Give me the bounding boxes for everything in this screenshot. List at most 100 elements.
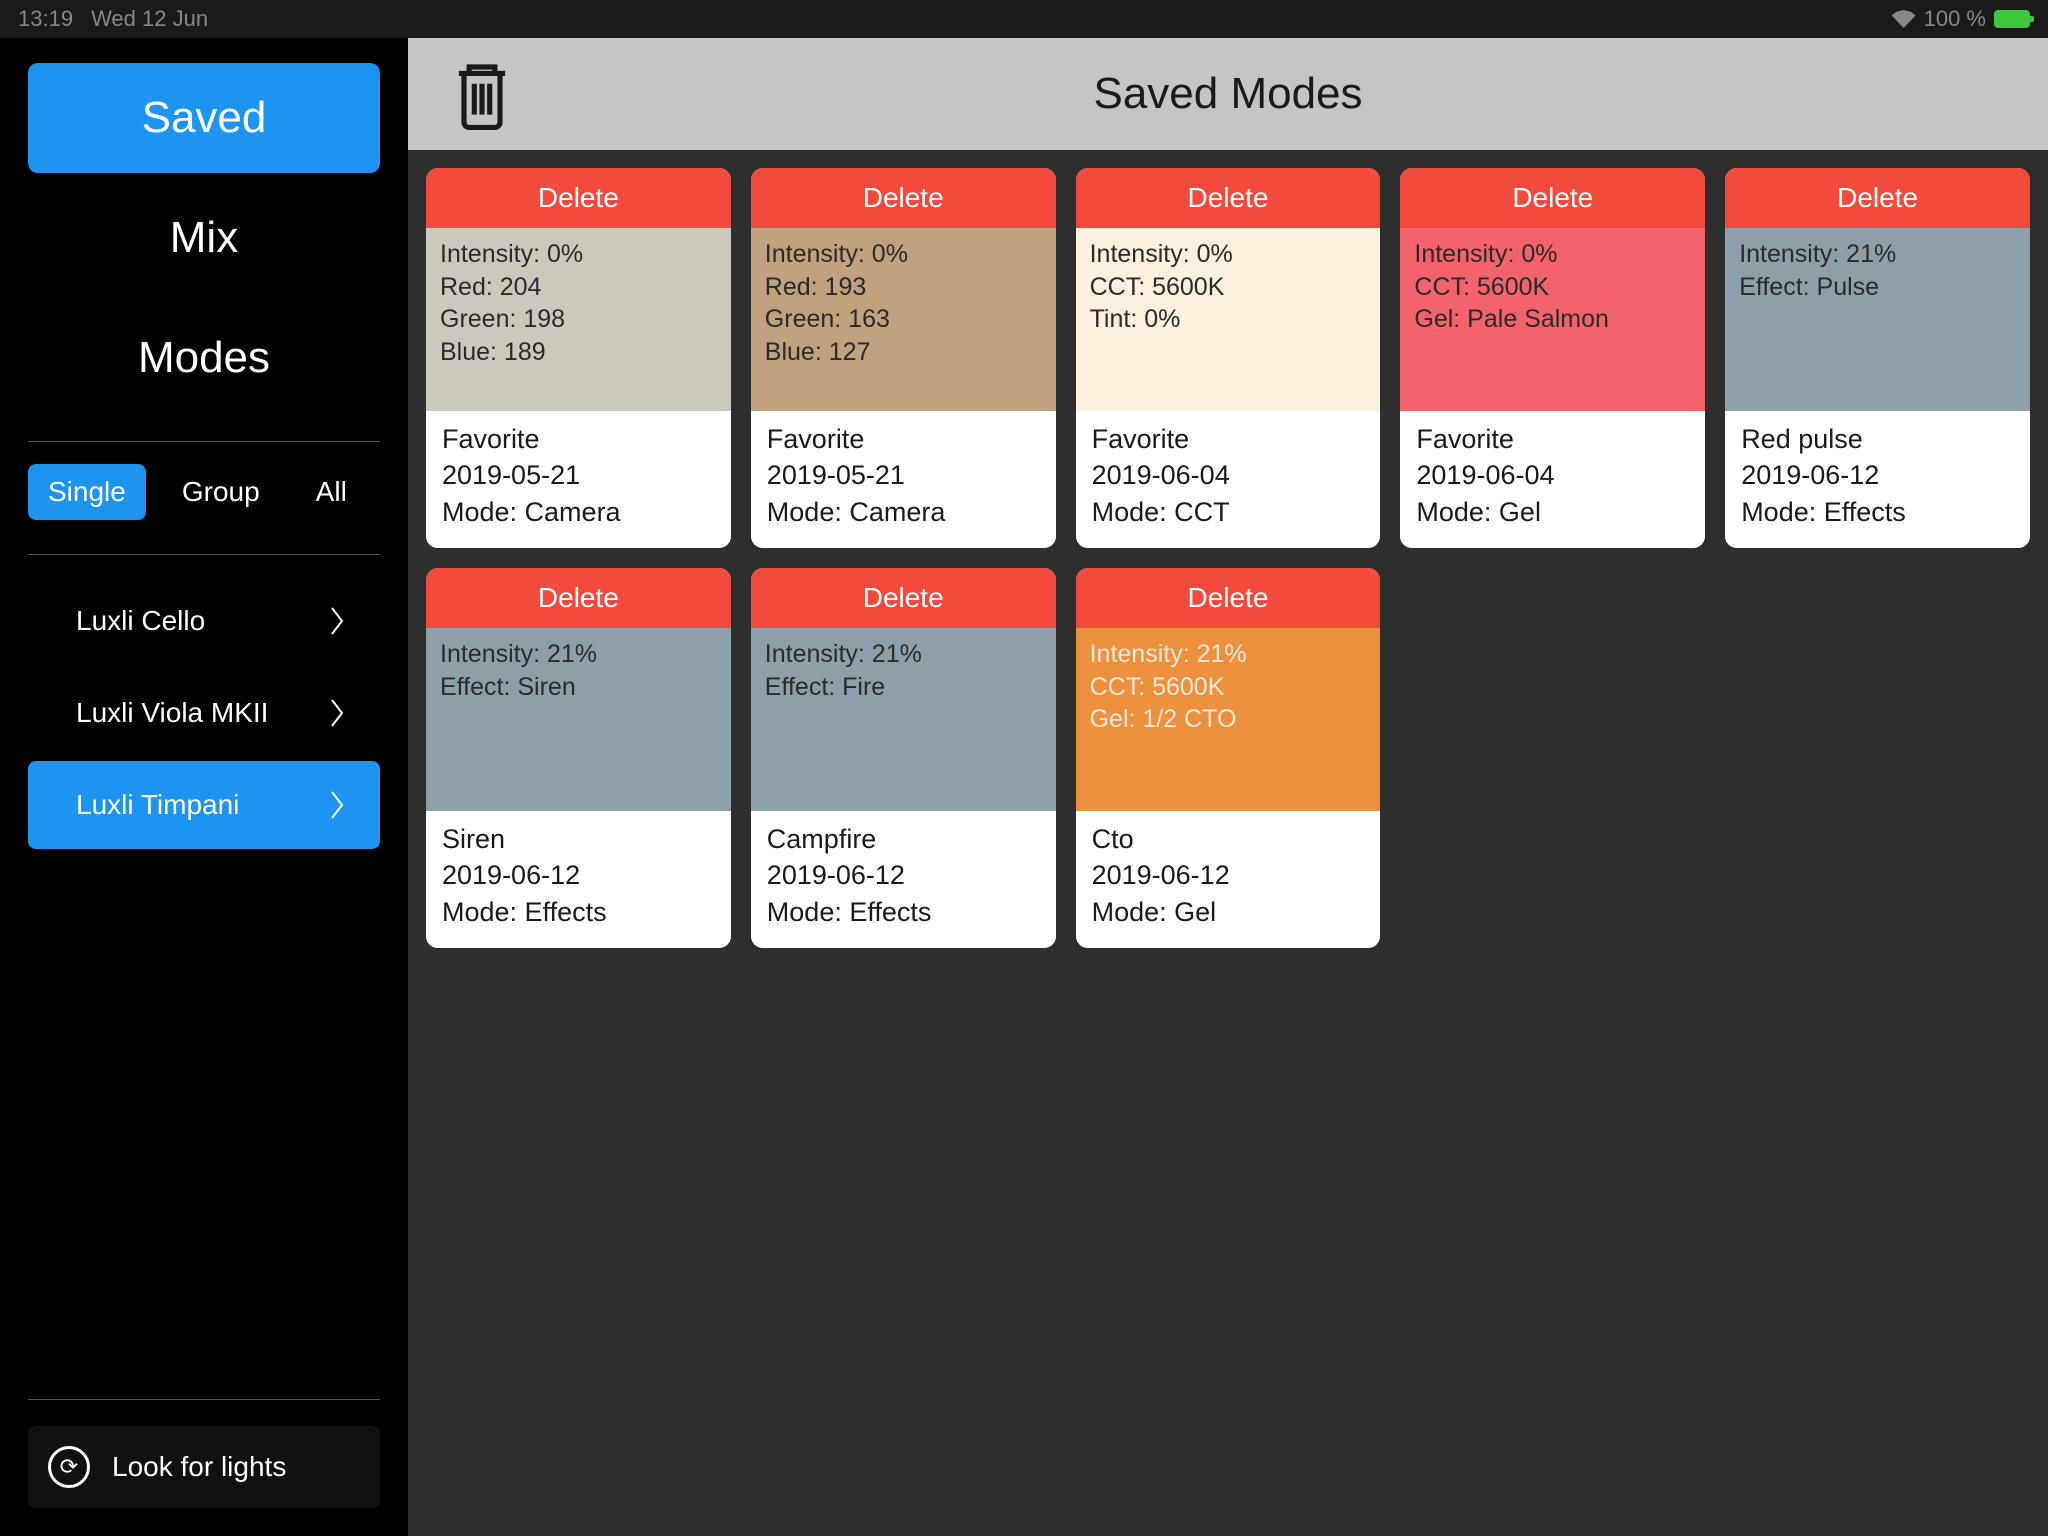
nav-mix[interactable]: Mix (28, 183, 380, 293)
mode-card[interactable]: DeleteIntensity: 0%CCT: 5600KGel: Pale S… (1400, 168, 1705, 548)
look-for-lights-label: Look for lights (112, 1451, 286, 1483)
swatch-line: Effect: Siren (440, 671, 717, 704)
swatch-line: Intensity: 21% (1090, 638, 1367, 671)
swatch-line: Green: 163 (765, 303, 1042, 336)
mode-card[interactable]: DeleteIntensity: 21%Effect: PulseRed pul… (1725, 168, 2030, 548)
mode-card[interactable]: DeleteIntensity: 0%CCT: 5600KTint: 0%Fav… (1076, 168, 1381, 548)
divider (28, 554, 380, 555)
delete-button[interactable]: Delete (1076, 568, 1381, 628)
chevron-right-icon (328, 790, 346, 820)
card-name: Campfire (767, 821, 1040, 857)
card-info: Cto2019-06-12Mode: Gel (1076, 811, 1381, 948)
card-name: Favorite (767, 421, 1040, 457)
delete-button[interactable]: Delete (1076, 168, 1381, 228)
card-swatch: Intensity: 0%Red: 193Green: 163Blue: 127 (751, 228, 1056, 411)
delete-button[interactable]: Delete (426, 168, 731, 228)
cards-grid: DeleteIntensity: 0%Red: 204Green: 198Blu… (408, 150, 2048, 966)
swatch-line: Intensity: 0% (1414, 238, 1691, 271)
filter-tab-group[interactable]: Group (162, 464, 280, 520)
mode-card[interactable]: DeleteIntensity: 0%Red: 204Green: 198Blu… (426, 168, 731, 548)
card-swatch: Intensity: 0%CCT: 5600KGel: Pale Salmon (1400, 228, 1705, 411)
card-swatch: Intensity: 0%CCT: 5600KTint: 0% (1076, 228, 1381, 411)
device-item[interactable]: Luxli Cello (28, 577, 380, 665)
card-swatch: Intensity: 21%Effect: Pulse (1725, 228, 2030, 411)
swatch-line: CCT: 5600K (1090, 271, 1367, 304)
delete-button[interactable]: Delete (751, 568, 1056, 628)
mode-card[interactable]: Delete Intensity: 21%Effect: Fire Campfire… (751, 568, 1056, 948)
card-mode: Mode: Effects (1741, 494, 2014, 530)
device-item[interactable]: Luxli Timpani (28, 761, 380, 849)
status-date: Wed 12 Jun (91, 6, 208, 32)
chevron-right-icon (328, 606, 346, 636)
card-date: 2019-06-12 (1741, 457, 2014, 493)
card-swatch: Intensity: 0%Red: 204Green: 198Blue: 189 (426, 228, 731, 411)
chevron-right-icon (328, 698, 346, 728)
swatch-line: CCT: 5600K (1414, 271, 1691, 304)
card-name: Favorite (1416, 421, 1689, 457)
delete-button[interactable]: Delete (751, 168, 1056, 228)
swatch-line: Blue: 127 (765, 336, 1042, 369)
swatch-line: Red: 193 (765, 271, 1042, 304)
swatch-line: Intensity: 0% (440, 238, 717, 271)
battery-icon (1994, 10, 2030, 28)
mode-card[interactable]: DeleteIntensity: 0%Red: 193Green: 163Blu… (751, 168, 1056, 548)
swatch-line: Tint: 0% (1090, 303, 1367, 336)
look-for-lights-button[interactable]: ⟳ Look for lights (28, 1426, 380, 1508)
filter-tabs: Single Group All (0, 460, 408, 536)
filter-tab-all[interactable]: All (296, 464, 367, 520)
swatch-line: Gel: Pale Salmon (1414, 303, 1691, 336)
swatch-line: Effect: Pulse (1739, 271, 2016, 304)
card-name: Favorite (442, 421, 715, 457)
card-mode: Mode: Effects (767, 894, 1040, 930)
divider (28, 441, 380, 442)
swatch-line: Effect: Fire (765, 671, 1042, 704)
status-time: 13:19 (18, 6, 73, 32)
delete-button[interactable]: Delete (1400, 168, 1705, 228)
battery-percent: 100 % (1924, 6, 1986, 32)
page-title: Saved Modes (514, 69, 2006, 119)
main-content: Saved Modes DeleteIntensity: 0%Red: 204G… (408, 38, 2048, 1536)
swatch-line: Intensity: 0% (1090, 238, 1367, 271)
device-list: Luxli Cello Luxli Viola MKII Luxli Timpani (0, 573, 408, 853)
bluetooth-refresh-icon: ⟳ (48, 1446, 90, 1488)
card-mode: Mode: Gel (1092, 894, 1365, 930)
main-header: Saved Modes (408, 38, 2048, 150)
mode-card[interactable]: Delete Intensity: 21%CCT: 5600KGel: 1/2 C… (1076, 568, 1381, 948)
card-info: Red pulse2019-06-12Mode: Effects (1725, 411, 2030, 548)
trash-icon (450, 58, 514, 130)
card-mode: Mode: CCT (1092, 494, 1365, 530)
filter-tab-single[interactable]: Single (28, 464, 146, 520)
card-date: 2019-05-21 (442, 457, 715, 493)
trash-button[interactable] (450, 58, 514, 130)
swatch-line: Red: 204 (440, 271, 717, 304)
card-mode: Mode: Camera (767, 494, 1040, 530)
card-date: 2019-05-21 (767, 457, 1040, 493)
delete-button[interactable]: Delete (426, 568, 731, 628)
card-date: 2019-06-12 (442, 857, 715, 893)
card-info: Siren2019-06-12Mode: Effects (426, 811, 731, 948)
swatch-line: Gel: 1/2 CTO (1090, 703, 1367, 736)
device-label: Luxli Viola MKII (76, 697, 268, 729)
delete-button[interactable]: Delete (1725, 168, 2030, 228)
swatch-line: Intensity: 21% (1739, 238, 2016, 271)
device-item[interactable]: Luxli Viola MKII (28, 669, 380, 757)
status-bar: 13:19 Wed 12 Jun 100 % (0, 0, 2048, 38)
card-date: 2019-06-12 (1092, 857, 1365, 893)
nav-saved[interactable]: Saved (28, 63, 380, 173)
swatch-line: Intensity: 0% (765, 238, 1042, 271)
swatch-line: CCT: 5600K (1090, 671, 1367, 704)
device-label: Luxli Cello (76, 605, 205, 637)
wifi-icon (1892, 10, 1916, 28)
card-name: Favorite (1092, 421, 1365, 457)
card-info: Favorite2019-06-04Mode: CCT (1076, 411, 1381, 548)
swatch-line: Intensity: 21% (765, 638, 1042, 671)
card-mode: Mode: Camera (442, 494, 715, 530)
swatch-line: Green: 198 (440, 303, 717, 336)
swatch-line: Blue: 189 (440, 336, 717, 369)
mode-card[interactable]: DeleteIntensity: 21%Effect: SirenSiren20… (426, 568, 731, 948)
sidebar: SavedMixModes Single Group All Luxli Cello… (0, 38, 408, 1536)
card-info: Favorite2019-06-04Mode: Gel (1400, 411, 1705, 548)
card-mode: Mode: Gel (1416, 494, 1689, 530)
nav-modes[interactable]: Modes (28, 303, 380, 413)
device-label: Luxli Timpani (76, 789, 239, 821)
